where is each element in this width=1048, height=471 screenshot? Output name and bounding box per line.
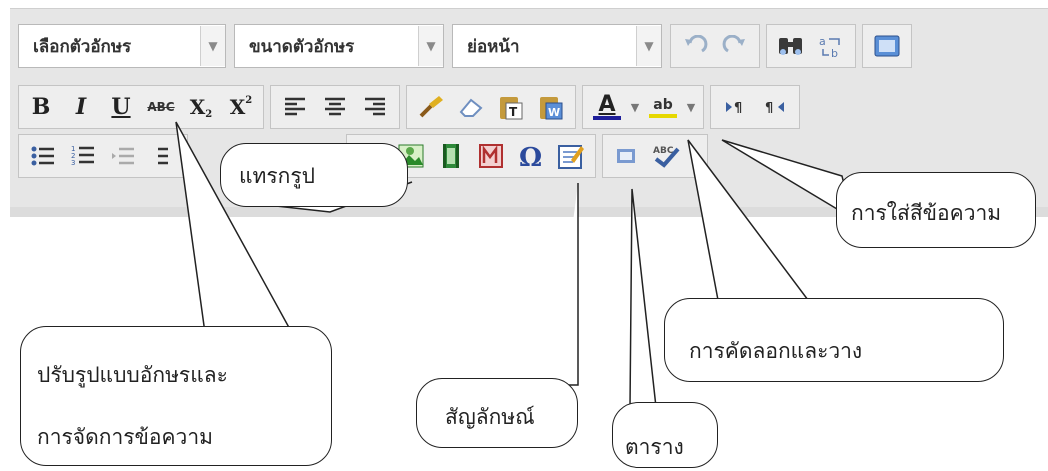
callout-font-color-text: การใส่สีข้อความ (851, 201, 1002, 225)
callout-text-format: ปรับรูปแบบอักษรและ การจัดการข้อความ (20, 326, 332, 466)
callout-table-text: ตาราง (625, 435, 684, 459)
pointer-font-color (721, 139, 854, 220)
callout-symbol: สัญลักษณ์ (416, 378, 578, 448)
callout-text-format-line1: ปรับรูปแบบอักษรและ (37, 363, 228, 387)
pointer-symbol (552, 183, 579, 386)
callout-table: ตาราง (612, 402, 718, 468)
callout-font-color: การใส่สีข้อความ (836, 172, 1036, 248)
callout-cut-paste-text: การคัดลอกและวาง (689, 339, 863, 363)
callout-text-format-line2: การจัดการข้อความ (37, 425, 213, 449)
callout-symbol-text: สัญลักษณ์ (445, 405, 535, 429)
callout-insert-image-text: แทรกรูป (239, 164, 315, 188)
callout-insert-image: แทรกรูป (220, 143, 408, 207)
callout-cut-paste: การคัดลอกและวาง (664, 298, 1004, 382)
pointer-table (629, 188, 657, 408)
